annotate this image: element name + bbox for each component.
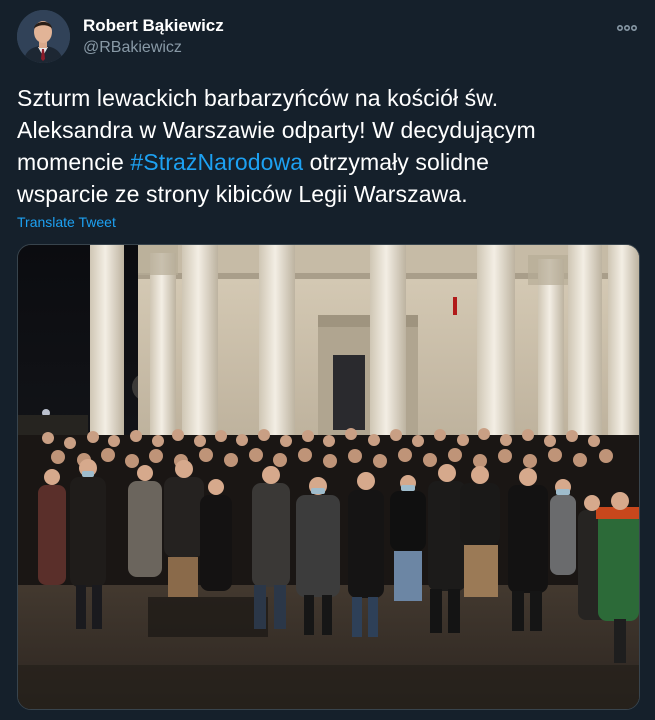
- tweet-text-segment: momencie: [17, 149, 131, 175]
- tweet-text-line: momencie #StrażNarodowa otrzymały solidn…: [17, 146, 637, 178]
- tweet-text: Szturm lewackich barbarzyńców na kościół…: [17, 82, 637, 210]
- hashtag-link[interactable]: #StrażNarodowa: [130, 149, 303, 175]
- tweet-photo[interactable]: [17, 244, 640, 710]
- author-display-name[interactable]: Robert Bąkiewicz: [83, 16, 224, 36]
- tweet-photo-image: [18, 245, 639, 709]
- tweet-text-line: wsparcie ze strony kibiców Legii Warszaw…: [17, 181, 468, 207]
- tweet-text-line: Aleksandra w Warszawie odparty! W decydu…: [17, 117, 536, 143]
- translate-tweet-link[interactable]: Translate Tweet: [17, 214, 116, 230]
- tweet-text-line: Szturm lewackich barbarzyńców na kościół…: [17, 85, 499, 111]
- author-names: Robert Bąkiewicz @RBakiewicz: [83, 16, 224, 58]
- avatar[interactable]: [17, 10, 70, 63]
- tweet-card: Robert Bąkiewicz @RBakiewicz Szturm lewa…: [0, 0, 655, 720]
- more-options-icon[interactable]: [615, 18, 639, 38]
- avatar-image: [17, 10, 70, 63]
- tweet-text-segment: otrzymały solidne: [303, 149, 489, 175]
- author-handle[interactable]: @RBakiewicz: [83, 38, 224, 58]
- tweet-header: Robert Bąkiewicz @RBakiewicz: [17, 10, 641, 66]
